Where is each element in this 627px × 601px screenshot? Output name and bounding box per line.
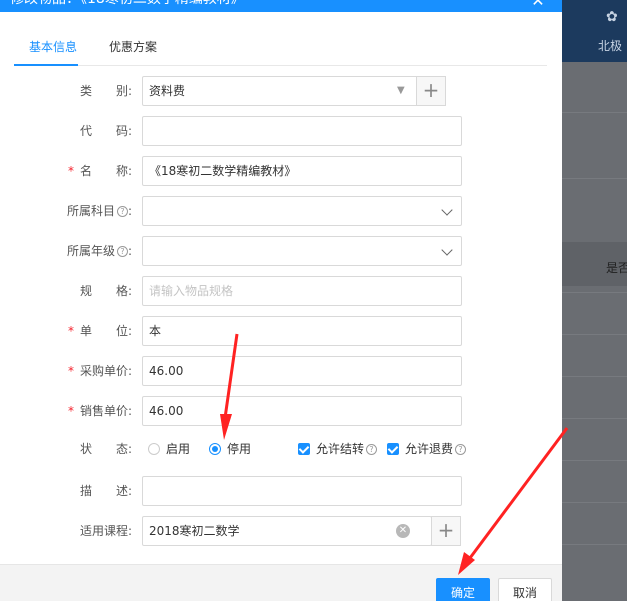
grade-label-colon: : [127,244,132,258]
chevron-down-icon [441,244,453,256]
grade-row: 所属年级?: [0,236,562,266]
code-label: 代 码: [79,124,132,138]
tab-active-indicator [14,64,78,66]
divider [562,376,627,377]
help-icon[interactable]: ? [455,444,467,455]
gear-icon: ✿ [606,9,618,25]
status-row: 状 态: 启用 停用 允许结转? 允许退费? [0,434,562,464]
add-category-button[interactable]: + [416,76,446,106]
subject-label-colon: : [127,204,132,218]
status-radio-enabled[interactable]: 启用 [148,434,190,464]
spec-row: 规 格: 请输入物品规格 [0,276,562,306]
name-label-text: 名 称: [79,164,132,178]
unit-label: * 单 位: [40,316,132,346]
unit-input[interactable]: 本 [142,316,462,346]
unit-label-text: 单 位: [79,324,132,338]
divider [562,178,627,179]
code-input[interactable] [142,116,462,146]
radio-selected-icon [209,443,221,455]
description-label: 描 述: [79,484,132,498]
clear-icon[interactable]: ✕ [396,524,410,538]
help-icon[interactable]: ? [116,246,128,257]
divider [562,502,627,503]
name-input[interactable]: 《18寒初二数学精编教材》 [142,156,462,186]
plus-icon: + [422,78,440,102]
category-value: 资料费 [149,84,186,98]
plus-icon: + [437,518,455,542]
purchase-price-input[interactable]: 46.00 [142,356,462,386]
sale-price-label: * 销售单价: [40,396,132,426]
sale-price-label-text: 销售单价: [79,404,132,418]
status-radio-disabled[interactable]: 停用 [209,434,251,464]
divider [562,292,627,293]
radio-icon [148,443,160,455]
required-mark: * [67,324,74,338]
modal-header: 修改物品：《18寒初二数学精编教材》 ✕ [0,0,562,12]
allow-refund-checkbox[interactable]: 允许退费? [387,434,467,464]
close-icon[interactable]: ✕ [528,0,548,12]
subject-select[interactable] [142,196,462,226]
caret-down-icon: ▼ [397,85,405,96]
description-input[interactable] [142,476,462,506]
chevron-down-icon [441,204,453,216]
divider [562,334,627,335]
divider [562,544,627,545]
divider [562,460,627,461]
background-header-label: 北极 [598,39,623,53]
purchase-price-label-text: 采购单价: [79,364,132,378]
background-column-header: 是否 [606,261,627,275]
category-label: 类 别: [79,84,132,98]
purchase-price-label: * 采购单价: [40,356,132,386]
status-option-label: 停用 [227,442,252,456]
code-row: 代 码: [0,116,562,146]
confirm-button[interactable]: 确定 [436,578,490,601]
course-value: 2018寒初二数学 [149,524,240,538]
purchase-price-row: * 采购单价: 46.00 [0,356,562,386]
allow-carryover-label: 允许结转 [316,442,365,456]
tab-discount-plan[interactable]: 优惠方案 [109,34,157,66]
spec-input[interactable]: 请输入物品规格 [142,276,462,306]
divider [562,112,627,113]
status-option-label: 启用 [166,442,191,456]
subject-row: 所属科目?: [0,196,562,226]
required-mark: * [67,164,74,178]
name-label: * 名 称: [40,156,132,186]
course-select[interactable]: 2018寒初二数学 ✕ [142,516,432,546]
course-label: 适用课程: [79,524,132,538]
background-app: ✿ 北极 是否 [562,0,627,601]
tab-basic-info[interactable]: 基本信息 [29,34,77,66]
category-select[interactable]: 资料费 ▼ [142,76,418,106]
sale-price-input[interactable]: 46.00 [142,396,462,426]
required-mark: * [67,404,74,418]
allow-refund-label: 允许退费 [405,442,454,456]
status-label: 状 态: [79,442,132,456]
checkbox-checked-icon [387,443,399,455]
required-mark: * [67,364,74,378]
help-icon[interactable]: ? [116,206,128,217]
grade-label-text: 所属年级 [66,244,115,258]
tab-bar: 基本信息 优惠方案 [14,34,547,66]
divider [562,418,627,419]
grade-select[interactable] [142,236,462,266]
modal-footer: 确定 取消 [0,564,562,601]
unit-row: * 单 位: 本 [0,316,562,346]
category-row: 类 别: 资料费 ▼ + [0,76,562,106]
checkbox-checked-icon [298,443,310,455]
modal-title: 修改物品：《18寒初二数学精编教材》 [10,0,245,12]
description-row: 描 述: [0,476,562,506]
sale-price-row: * 销售单价: 46.00 [0,396,562,426]
course-row: 适用课程: 2018寒初二数学 ✕ + [0,516,562,546]
allow-carryover-checkbox[interactable]: 允许结转? [298,434,378,464]
name-row: * 名 称: 《18寒初二数学精编教材》 [0,156,562,186]
subject-label: 所属科目?: [40,196,132,226]
subject-label-text: 所属科目 [66,204,115,218]
add-course-button[interactable]: + [431,516,461,546]
grade-label: 所属年级?: [40,236,132,266]
spec-label: 规 格: [79,284,132,298]
cancel-button[interactable]: 取消 [498,578,552,601]
edit-item-modal: 修改物品：《18寒初二数学精编教材》 ✕ 基本信息 优惠方案 类 别: 资料费 … [0,0,562,601]
help-icon[interactable]: ? [366,444,378,455]
background-header: ✿ 北极 [562,0,627,62]
